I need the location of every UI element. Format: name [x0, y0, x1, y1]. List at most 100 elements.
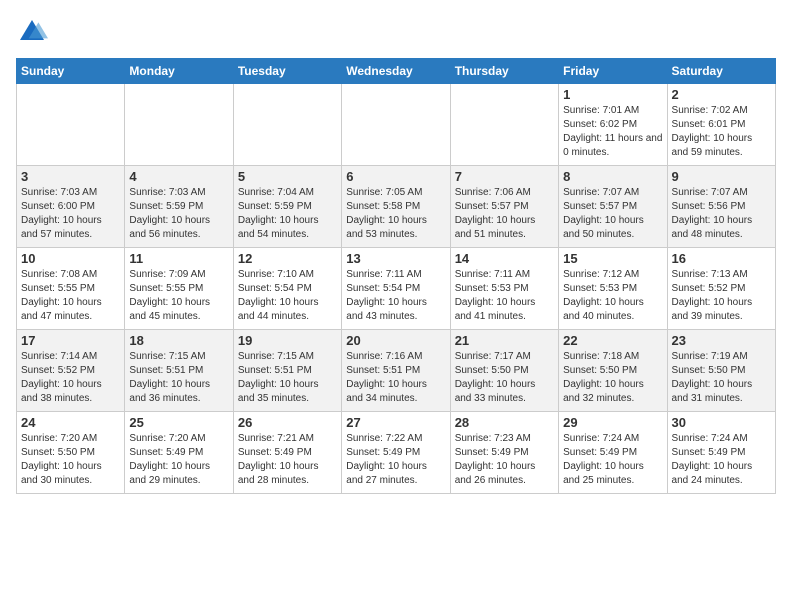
calendar-cell — [233, 84, 341, 166]
day-number: 22 — [563, 333, 662, 348]
calendar-cell — [450, 84, 558, 166]
calendar-cell: 18Sunrise: 7:15 AM Sunset: 5:51 PM Dayli… — [125, 330, 233, 412]
day-info: Sunrise: 7:07 AM Sunset: 5:56 PM Dayligh… — [672, 186, 771, 242]
calendar-cell: 15 Sunrise: 7:12 AM Sunset: 5:53 PM Dayli… — [559, 248, 667, 330]
day-info: Sunrise: 7:22 AM Sunset: 5:49 PM Dayligh… — [346, 432, 445, 488]
day-number: 23 — [672, 333, 771, 348]
calendar-cell — [125, 84, 233, 166]
calendar-cell: 12 Sunrise: 7:10 AM Sunset: 5:54 PM Dayli… — [233, 248, 341, 330]
calendar-header: SundayMondayTuesdayWednesdayThursdayFrid… — [17, 59, 776, 84]
calendar-week-2: 3 Sunrise: 7:03 AM Sunset: 6:00 PM Daylig… — [17, 166, 776, 248]
calendar-cell: 14Sunrise: 7:11 AM Sunset: 5:53 PM Dayli… — [450, 248, 558, 330]
calendar-body: 1 Sunrise: 7:01 AM Sunset: 6:02 PM Daylig… — [17, 84, 776, 494]
day-number: 7 — [455, 169, 554, 184]
calendar-cell: 19Sunrise: 7:15 AM Sunset: 5:51 PM Dayli… — [233, 330, 341, 412]
day-number: 5 — [238, 169, 337, 184]
calendar-cell: 25 Sunrise: 7:20 AM Sunset: 5:49 PM Dayli… — [125, 412, 233, 494]
day-info: Sunrise: 7:05 AM Sunset: 5:58 PM Dayligh… — [346, 186, 445, 242]
calendar-cell: 7 Sunrise: 7:06 AM Sunset: 5:57 PM Daylig… — [450, 166, 558, 248]
calendar-cell: 21 Sunrise: 7:17 AM Sunset: 5:50 PM Dayli… — [450, 330, 558, 412]
day-info: Sunrise: 7:17 AM Sunset: 5:50 PM Dayligh… — [455, 350, 554, 406]
calendar-cell: 29 Sunrise: 7:24 AM Sunset: 5:49 PM Dayli… — [559, 412, 667, 494]
calendar-cell: 28Sunrise: 7:23 AM Sunset: 5:49 PM Dayli… — [450, 412, 558, 494]
day-info: Sunrise: 7:01 AM Sunset: 6:02 PM Dayligh… — [563, 104, 662, 160]
day-number: 28 — [455, 415, 554, 430]
weekday-header-friday: Friday — [559, 59, 667, 84]
day-number: 26 — [238, 415, 337, 430]
calendar-week-3: 10 Sunrise: 7:08 AM Sunset: 5:55 PM Dayli… — [17, 248, 776, 330]
day-number: 20 — [346, 333, 445, 348]
logo-icon — [16, 16, 48, 48]
calendar-cell: 1 Sunrise: 7:01 AM Sunset: 6:02 PM Daylig… — [559, 84, 667, 166]
day-number: 25 — [129, 415, 228, 430]
calendar-cell: 5Sunrise: 7:04 AM Sunset: 5:59 PM Daylig… — [233, 166, 341, 248]
day-number: 8 — [563, 169, 662, 184]
day-number: 13 — [346, 251, 445, 266]
weekday-header-row: SundayMondayTuesdayWednesdayThursdayFrid… — [17, 59, 776, 84]
day-number: 27 — [346, 415, 445, 430]
day-info: Sunrise: 7:16 AM Sunset: 5:51 PM Dayligh… — [346, 350, 445, 406]
day-info: Sunrise: 7:07 AM Sunset: 5:57 PM Dayligh… — [563, 186, 662, 242]
calendar-cell: 3 Sunrise: 7:03 AM Sunset: 6:00 PM Daylig… — [17, 166, 125, 248]
day-info: Sunrise: 7:24 AM Sunset: 5:49 PM Dayligh… — [672, 432, 771, 488]
day-number: 30 — [672, 415, 771, 430]
day-info: Sunrise: 7:15 AM Sunset: 5:51 PM Dayligh… — [238, 350, 337, 406]
day-info: Sunrise: 7:18 AM Sunset: 5:50 PM Dayligh… — [563, 350, 662, 406]
day-info: Sunrise: 7:19 AM Sunset: 5:50 PM Dayligh… — [672, 350, 771, 406]
day-info: Sunrise: 7:08 AM Sunset: 5:55 PM Dayligh… — [21, 268, 120, 324]
weekday-header-monday: Monday — [125, 59, 233, 84]
day-number: 15 — [563, 251, 662, 266]
calendar-cell: 27 Sunrise: 7:22 AM Sunset: 5:49 PM Dayli… — [342, 412, 450, 494]
calendar-cell: 23 Sunrise: 7:19 AM Sunset: 5:50 PM Dayli… — [667, 330, 775, 412]
calendar-cell: 16 Sunrise: 7:13 AM Sunset: 5:52 PM Dayli… — [667, 248, 775, 330]
day-number: 1 — [563, 87, 662, 102]
day-info: Sunrise: 7:06 AM Sunset: 5:57 PM Dayligh… — [455, 186, 554, 242]
calendar-cell: 22 Sunrise: 7:18 AM Sunset: 5:50 PM Dayli… — [559, 330, 667, 412]
day-number: 14 — [455, 251, 554, 266]
day-info: Sunrise: 7:20 AM Sunset: 5:50 PM Dayligh… — [21, 432, 120, 488]
day-number: 29 — [563, 415, 662, 430]
day-number: 6 — [346, 169, 445, 184]
calendar-cell: 17 Sunrise: 7:14 AM Sunset: 5:52 PM Dayli… — [17, 330, 125, 412]
day-info: Sunrise: 7:14 AM Sunset: 5:52 PM Dayligh… — [21, 350, 120, 406]
calendar-cell: 20 Sunrise: 7:16 AM Sunset: 5:51 PM Dayli… — [342, 330, 450, 412]
page-header — [16, 16, 776, 48]
weekday-header-wednesday: Wednesday — [342, 59, 450, 84]
calendar-week-1: 1 Sunrise: 7:01 AM Sunset: 6:02 PM Daylig… — [17, 84, 776, 166]
calendar-cell: 26 Sunrise: 7:21 AM Sunset: 5:49 PM Dayli… — [233, 412, 341, 494]
day-info: Sunrise: 7:24 AM Sunset: 5:49 PM Dayligh… — [563, 432, 662, 488]
calendar-cell: 13 Sunrise: 7:11 AM Sunset: 5:54 PM Dayli… — [342, 248, 450, 330]
weekday-header-thursday: Thursday — [450, 59, 558, 84]
calendar-cell: 30 Sunrise: 7:24 AM Sunset: 5:49 PM Dayli… — [667, 412, 775, 494]
day-number: 10 — [21, 251, 120, 266]
calendar-cell: 6 Sunrise: 7:05 AM Sunset: 5:58 PM Daylig… — [342, 166, 450, 248]
day-number: 4 — [129, 169, 228, 184]
day-info: Sunrise: 7:03 AM Sunset: 5:59 PM Dayligh… — [129, 186, 228, 242]
calendar-week-4: 17 Sunrise: 7:14 AM Sunset: 5:52 PM Dayli… — [17, 330, 776, 412]
weekday-header-sunday: Sunday — [17, 59, 125, 84]
weekday-header-saturday: Saturday — [667, 59, 775, 84]
day-info: Sunrise: 7:21 AM Sunset: 5:49 PM Dayligh… — [238, 432, 337, 488]
calendar-cell: 24 Sunrise: 7:20 AM Sunset: 5:50 PM Dayli… — [17, 412, 125, 494]
calendar-cell: 10 Sunrise: 7:08 AM Sunset: 5:55 PM Dayli… — [17, 248, 125, 330]
day-number: 12 — [238, 251, 337, 266]
day-info: Sunrise: 7:12 AM Sunset: 5:53 PM Dayligh… — [563, 268, 662, 324]
day-number: 16 — [672, 251, 771, 266]
day-number: 21 — [455, 333, 554, 348]
day-info: Sunrise: 7:20 AM Sunset: 5:49 PM Dayligh… — [129, 432, 228, 488]
day-info: Sunrise: 7:11 AM Sunset: 5:54 PM Dayligh… — [346, 268, 445, 324]
day-number: 9 — [672, 169, 771, 184]
day-number: 17 — [21, 333, 120, 348]
calendar-cell: 9 Sunrise: 7:07 AM Sunset: 5:56 PM Daylig… — [667, 166, 775, 248]
calendar-week-5: 24 Sunrise: 7:20 AM Sunset: 5:50 PM Dayli… — [17, 412, 776, 494]
day-info: Sunrise: 7:09 AM Sunset: 5:55 PM Dayligh… — [129, 268, 228, 324]
day-number: 24 — [21, 415, 120, 430]
day-number: 3 — [21, 169, 120, 184]
day-info: Sunrise: 7:02 AM Sunset: 6:01 PM Dayligh… — [672, 104, 771, 160]
calendar-cell — [342, 84, 450, 166]
day-info: Sunrise: 7:10 AM Sunset: 5:54 PM Dayligh… — [238, 268, 337, 324]
day-number: 2 — [672, 87, 771, 102]
calendar-cell: 4 Sunrise: 7:03 AM Sunset: 5:59 PM Daylig… — [125, 166, 233, 248]
day-info: Sunrise: 7:13 AM Sunset: 5:52 PM Dayligh… — [672, 268, 771, 324]
day-info: Sunrise: 7:03 AM Sunset: 6:00 PM Dayligh… — [21, 186, 120, 242]
